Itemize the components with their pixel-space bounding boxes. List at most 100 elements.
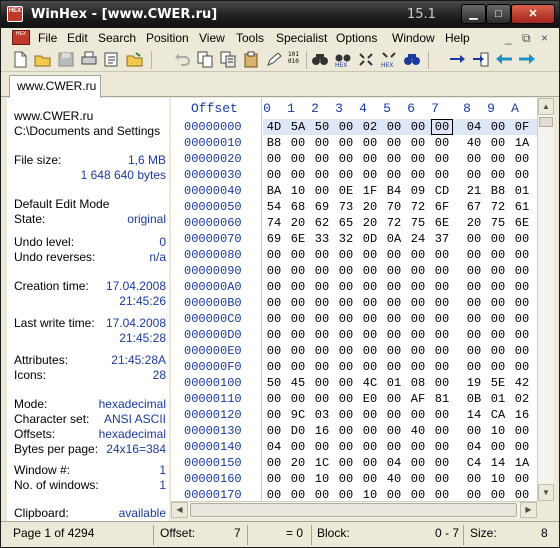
hex-byte[interactable]: 00 [431, 263, 453, 279]
hex-byte[interactable]: 20 [463, 215, 485, 231]
hex-byte[interactable]: 20 [359, 215, 381, 231]
hex-byte[interactable]: 00 [287, 135, 309, 151]
hex-byte[interactable]: 00 [311, 167, 333, 183]
close-button[interactable]: ✕ [511, 4, 555, 24]
hex-byte[interactable]: C4 [463, 455, 485, 471]
hex-byte[interactable]: 00 [487, 135, 509, 151]
hex-byte[interactable]: 45 [287, 375, 309, 391]
open-folder-icon[interactable] [126, 51, 144, 68]
hex-byte[interactable]: 00 [487, 439, 509, 455]
hex-byte[interactable]: 00 [383, 247, 405, 263]
hex-byte[interactable]: 00 [335, 167, 357, 183]
hex-byte[interactable]: 67 [463, 199, 485, 215]
hex-byte[interactable]: 00 [407, 263, 429, 279]
hex-byte[interactable]: 00 [383, 439, 405, 455]
hex-byte[interactable]: 4C [359, 375, 381, 391]
hex-byte[interactable]: 81 [431, 391, 453, 407]
hex-byte[interactable]: 1A [511, 455, 533, 471]
hex-byte[interactable]: 00 [407, 359, 429, 375]
hex-byte[interactable]: 00 [511, 359, 533, 375]
hex-byte[interactable]: 00 [463, 343, 485, 359]
hex-byte[interactable]: 00 [263, 407, 285, 423]
hex-byte[interactable]: 00 [431, 247, 453, 263]
hex-row[interactable]: 4D 5A 50 00 02 00 00 00 04 00 0F [263, 119, 537, 135]
hex-byte[interactable]: 75 [487, 215, 509, 231]
hex-byte[interactable]: 40 [407, 423, 429, 439]
hex-byte[interactable]: 00 [407, 455, 429, 471]
hex-byte[interactable]: 00 [487, 247, 509, 263]
hex-byte[interactable]: 00 [263, 151, 285, 167]
hex-byte[interactable]: 00 [335, 311, 357, 327]
menu-options[interactable]: Options [336, 31, 377, 45]
write-icon[interactable] [265, 51, 283, 68]
hex-byte[interactable]: 00 [511, 311, 533, 327]
scroll-down-arrow-icon[interactable]: ▼ [538, 484, 554, 501]
hex-byte[interactable]: 00 [263, 167, 285, 183]
hex-byte[interactable]: 00 [487, 279, 509, 295]
hex-byte[interactable]: B4 [383, 183, 405, 199]
hex-byte[interactable]: 00 [311, 247, 333, 263]
hex-byte[interactable]: 00 [359, 295, 381, 311]
menu-search[interactable]: Search [98, 31, 136, 45]
hex-byte[interactable]: 00 [511, 439, 533, 455]
hex-byte[interactable]: 00 [407, 247, 429, 263]
hex-byte[interactable]: 00 [511, 167, 533, 183]
hex-byte[interactable]: 6E [431, 215, 453, 231]
hex-byte[interactable]: 00 [287, 311, 309, 327]
hex-byte[interactable]: 00 [407, 295, 429, 311]
winhex-app-icon[interactable]: HEX [7, 6, 23, 22]
hex-byte[interactable]: 00 [335, 295, 357, 311]
hex-byte[interactable]: 00 [359, 407, 381, 423]
hex-byte[interactable]: 00 [311, 135, 333, 151]
hex-byte[interactable]: 00 [335, 247, 357, 263]
hex-byte[interactable]: 6F [431, 199, 453, 215]
hex-byte[interactable]: 20 [287, 455, 309, 471]
hex-byte[interactable]: 02 [359, 119, 381, 135]
hex-byte[interactable]: 00 [431, 375, 453, 391]
hex-byte[interactable]: 00 [335, 455, 357, 471]
hex-byte[interactable]: 00 [463, 295, 485, 311]
properties-icon[interactable] [103, 51, 121, 68]
hex-byte[interactable]: 00 [335, 279, 357, 295]
menu-position[interactable]: Position [146, 31, 189, 45]
hex-byte[interactable]: 01 [511, 183, 533, 199]
hex-byte[interactable]: 00 [431, 311, 453, 327]
hex-byte[interactable]: 00 [263, 295, 285, 311]
hex-byte[interactable]: 00 [335, 359, 357, 375]
hex-byte[interactable]: 00 [335, 327, 357, 343]
hex-byte[interactable]: 00 [311, 151, 333, 167]
hex-byte[interactable]: 00 [383, 407, 405, 423]
hex-byte[interactable]: AF [407, 391, 429, 407]
hex-byte[interactable]: 00 [263, 263, 285, 279]
hex-byte[interactable]: 00 [335, 471, 357, 487]
hex-byte[interactable]: BA [263, 183, 285, 199]
hex-byte[interactable]: 00 [359, 439, 381, 455]
menu-view[interactable]: View [199, 31, 225, 45]
horizontal-scroll-thumb[interactable] [190, 503, 517, 517]
hex-byte[interactable]: 00 [335, 407, 357, 423]
hex-byte[interactable]: 00 [431, 407, 453, 423]
hex-byte[interactable]: 00 [263, 359, 285, 375]
hex-byte[interactable]: 00 [383, 327, 405, 343]
hex-byte[interactable]: 00 [335, 391, 357, 407]
hex-row[interactable]: 00 00 10 00 00 40 00 00 00 10 00 [263, 471, 537, 487]
hex-byte[interactable]: 09 [407, 183, 429, 199]
mdi-restore-button[interactable]: ⧉ [522, 31, 531, 46]
hex-byte[interactable]: 10 [487, 423, 509, 439]
hex-byte[interactable]: 20 [287, 215, 309, 231]
hex-row[interactable]: 00 00 00 00 00 00 00 00 00 00 00 [263, 247, 537, 263]
hex-byte[interactable]: 5E [487, 375, 509, 391]
hex-byte[interactable]: 16 [311, 423, 333, 439]
hex-byte[interactable]: 00 [463, 151, 485, 167]
hex-byte[interactable]: 00 [311, 359, 333, 375]
hex-byte[interactable]: 50 [263, 375, 285, 391]
hex-row[interactable]: 54 68 69 73 20 70 72 6F 67 72 61 [263, 199, 537, 215]
hex-byte[interactable]: 00 [263, 279, 285, 295]
menu-tools[interactable]: Tools [236, 31, 264, 45]
hex-byte[interactable]: 16 [511, 407, 533, 423]
hex-byte[interactable]: 00 [487, 295, 509, 311]
hex-row[interactable]: 00 9C 03 00 00 00 00 00 14 CA 16 [263, 407, 537, 423]
hex-byte[interactable]: 00 [463, 471, 485, 487]
hex-byte[interactable]: 00 [431, 471, 453, 487]
hex-byte[interactable]: 00 [263, 327, 285, 343]
